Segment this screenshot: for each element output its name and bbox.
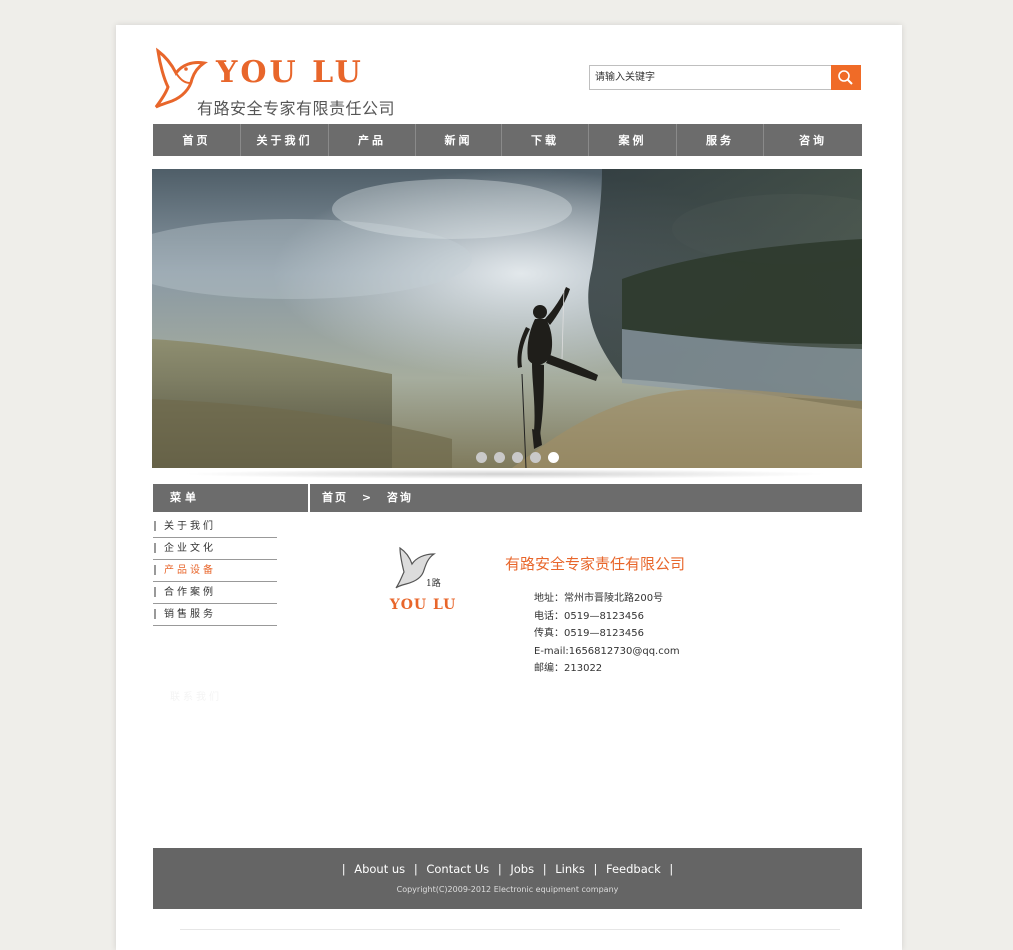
svg-text:1路: 1路 — [426, 577, 441, 589]
footer-links: | About us | Contact Us | Jobs | Links |… — [153, 862, 862, 876]
contact-logo-text: YOU LU — [389, 597, 457, 613]
brand-name-cn: 有路安全专家有限责任公司 — [197, 99, 396, 118]
nav-item-home[interactable]: 首页 — [153, 124, 241, 156]
banner-shadow — [180, 469, 830, 479]
footer-copyright: Copyright(C)2009-2012 Electronic equipme… — [396, 885, 619, 894]
nav-item-cases[interactable]: 案例 — [589, 124, 677, 156]
contact-company-name: 有路安全专家责任有限公司 — [505, 555, 686, 573]
sidebar-item-cases[interactable]: 合作案例 — [153, 582, 277, 604]
search-input[interactable] — [590, 66, 840, 89]
nav-item-news[interactable]: 新闻 — [416, 124, 502, 156]
contact-info: 地址：常州市晋陵北路200号 电话：0519—8123456 传真：0519—8… — [534, 590, 680, 678]
breadcrumb-separator: > — [361, 491, 374, 504]
search-box — [589, 65, 861, 90]
sidebar-item-sales[interactable]: 销售服务 — [153, 604, 277, 626]
banner-dots — [476, 452, 559, 463]
contact-email[interactable]: E-mail:1656812730@qq.com — [534, 643, 680, 661]
footer-separator: | — [497, 862, 502, 876]
breadcrumb-current: 咨询 — [386, 491, 413, 504]
footer-link-about[interactable]: About us — [354, 862, 405, 876]
slide-dot[interactable] — [494, 452, 505, 463]
breadcrumb-home[interactable]: 首页 — [322, 491, 348, 504]
contact-address: 地址：常州市晋陵北路200号 — [534, 593, 664, 604]
sidebar-title: 菜单 — [153, 484, 308, 512]
slide-dot-active[interactable] — [548, 452, 559, 463]
slide-dot[interactable] — [512, 452, 523, 463]
slide-dot[interactable] — [476, 452, 487, 463]
sidebar-item-culture[interactable]: 企业文化 — [153, 538, 277, 560]
footer-separator: | — [341, 862, 346, 876]
nav-item-consult[interactable]: 咨询 — [764, 124, 862, 156]
footer-separator: | — [413, 862, 418, 876]
breadcrumb: 首页 > 咨询 — [310, 484, 862, 512]
contact-postcode: 邮编：213022 — [534, 663, 603, 674]
footer-link-contact[interactable]: Contact Us — [426, 862, 489, 876]
footer-separator: | — [669, 862, 674, 876]
search-icon — [838, 70, 853, 85]
sidebar-item-about[interactable]: 关于我们 — [153, 516, 277, 538]
slide-dot[interactable] — [530, 452, 541, 463]
contact-phone: 电话：0519—8123456 — [534, 610, 644, 622]
nav-item-products[interactable]: 产品 — [329, 124, 416, 156]
nav-item-download[interactable]: 下载 — [502, 124, 589, 156]
contact-fax: 传真：0519—8123456 — [534, 628, 644, 639]
divider — [180, 929, 840, 930]
footer-link-links[interactable]: Links — [555, 862, 585, 876]
sidebar-faint-text: 联系我们 — [170, 692, 222, 703]
brand-name-en[interactable]: YOU LU — [216, 55, 364, 91]
main-nav: 首页 关于我们 产品 新闻 下载 案例 服务 咨询 — [153, 124, 862, 156]
banner-image — [152, 169, 862, 468]
bird-logo-icon: 1路 YOU LU — [388, 538, 458, 613]
footer-separator: | — [593, 862, 598, 876]
footer: | About us | Contact Us | Jobs | Links |… — [153, 848, 862, 909]
contact-logo: 1路 YOU LU — [380, 538, 466, 616]
footer-separator: | — [542, 862, 547, 876]
sidebar-menu: 关于我们 企业文化 产品设备 合作案例 销售服务 — [153, 516, 277, 626]
search-button[interactable] — [831, 65, 861, 90]
footer-link-jobs[interactable]: Jobs — [510, 862, 534, 876]
nav-item-service[interactable]: 服务 — [677, 124, 764, 156]
footer-link-feedback[interactable]: Feedback — [606, 862, 661, 876]
banner-slider[interactable] — [152, 169, 862, 468]
sidebar-item-products[interactable]: 产品设备 — [153, 560, 277, 582]
nav-item-about[interactable]: 关于我们 — [241, 124, 329, 156]
